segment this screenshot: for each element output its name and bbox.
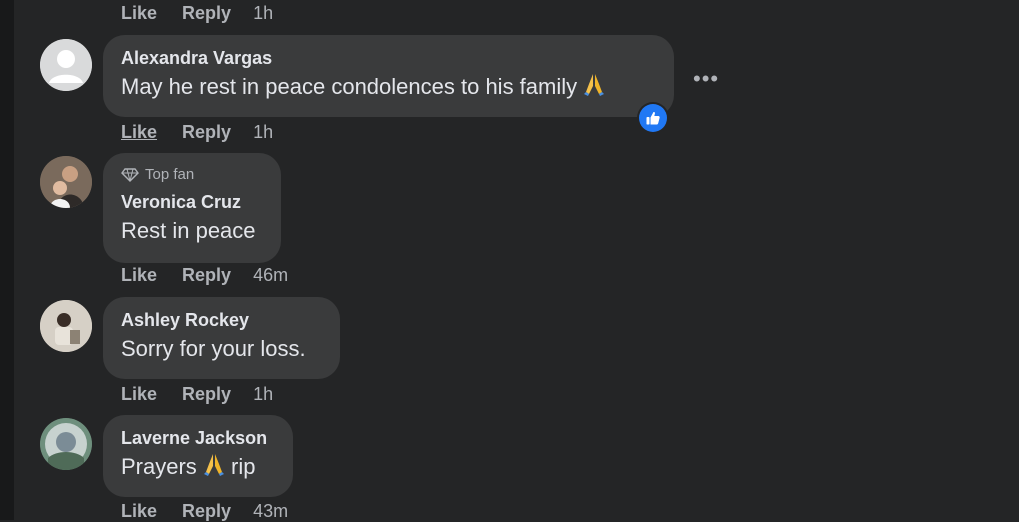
reply-button[interactable]: Reply (182, 384, 231, 405)
reply-button[interactable]: Reply (182, 122, 231, 143)
comment-time[interactable]: 43m (253, 501, 288, 522)
pray-emoji-icon (583, 72, 605, 104)
commenter-name[interactable]: Alexandra Vargas (121, 47, 656, 69)
comment-actions: Like Reply 46m (121, 265, 288, 286)
default-avatar-icon (40, 39, 92, 91)
commenter-name[interactable]: Laverne Jackson (121, 427, 275, 449)
like-button[interactable]: Like (121, 3, 157, 24)
profile-photo-icon (40, 300, 92, 352)
reply-button[interactable]: Reply (182, 501, 231, 522)
comment-actions-top: Like Reply 1h (121, 3, 273, 24)
comment-actions: Like Reply 1h (121, 384, 273, 405)
pray-emoji-icon (203, 452, 225, 484)
comment-actions: Like Reply 1h (121, 122, 273, 143)
like-button[interactable]: Like (121, 122, 157, 143)
profile-photo-icon (40, 156, 92, 208)
comment-actions: Like Reply 43m (121, 501, 288, 522)
comment-text-before: Prayers (121, 454, 197, 479)
like-button[interactable]: Like (121, 265, 157, 286)
badge-label: Top fan (145, 166, 195, 183)
avatar[interactable] (40, 156, 92, 208)
reply-button[interactable]: Reply (182, 265, 231, 286)
thumbs-up-icon (646, 111, 660, 125)
comment-bubble: Ashley Rockey Sorry for your loss. (103, 297, 340, 379)
profile-photo-icon (40, 418, 92, 470)
top-fan-badge: Top fan (121, 165, 263, 185)
avatar[interactable] (40, 300, 92, 352)
like-reaction-badge[interactable] (637, 102, 669, 134)
commenter-name[interactable]: Ashley Rockey (121, 309, 322, 331)
comment-bubble: Alexandra Vargas May he rest in peace co… (103, 35, 674, 117)
like-button[interactable]: Like (121, 501, 157, 522)
avatar[interactable] (40, 39, 92, 91)
comment-time[interactable]: 46m (253, 265, 288, 286)
comment-feed: Like Reply 1h Alexandra Vargas May he re… (0, 0, 1019, 522)
comment-text: May he rest in peace condolences to his … (121, 72, 656, 104)
comment-text: Sorry for your loss. (121, 336, 306, 361)
comment-bubble: Laverne Jackson Prayers rip (103, 415, 293, 497)
commenter-name[interactable]: Veronica Cruz (121, 191, 263, 213)
comment-text: Prayers rip (121, 452, 275, 484)
comment-text-content: May he rest in peace condolences to his … (121, 74, 578, 99)
reply-button[interactable]: Reply (182, 3, 231, 24)
comment-text-after: rip (231, 454, 256, 479)
comment-time[interactable]: 1h (253, 122, 273, 143)
more-options-icon[interactable]: ••• (693, 66, 719, 92)
avatar[interactable] (40, 418, 92, 470)
comment-time[interactable]: 1h (253, 3, 273, 24)
diamond-icon (121, 168, 139, 182)
comment-text: Rest in peace (121, 218, 256, 243)
comment-bubble: Top fan Veronica Cruz Rest in peace (103, 153, 281, 263)
comment-time[interactable]: 1h (253, 384, 273, 405)
like-button[interactable]: Like (121, 384, 157, 405)
